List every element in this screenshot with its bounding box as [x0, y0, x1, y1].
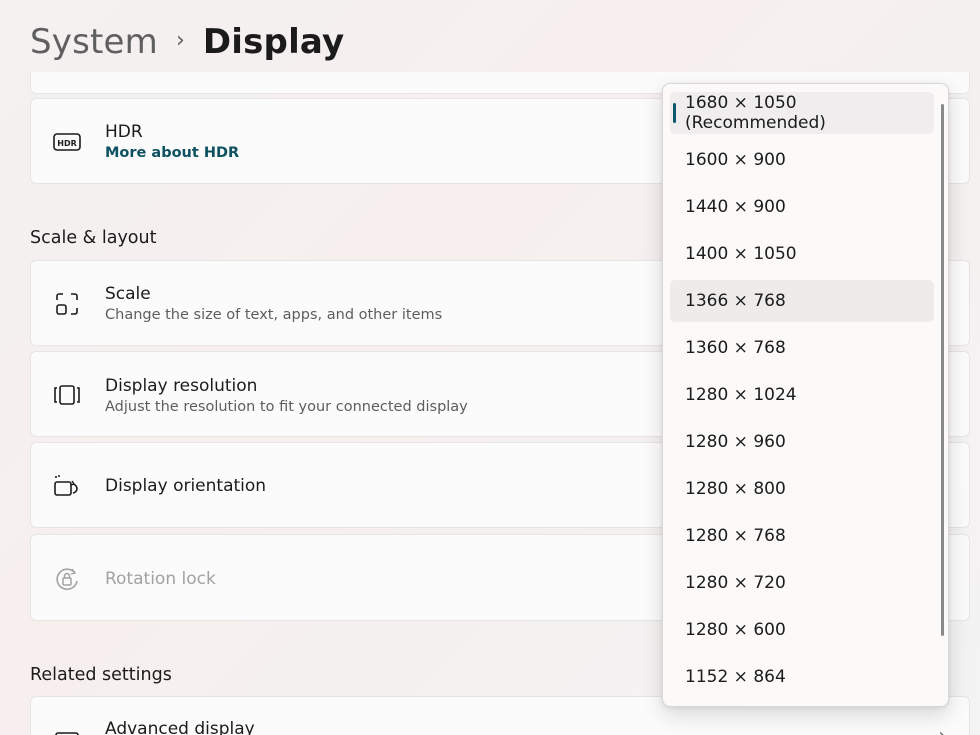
selection-indicator [673, 103, 676, 123]
rotation-lock-icon [51, 563, 83, 595]
display-orientation-icon [51, 470, 83, 502]
resolution-option-label: 1152 × 864 [685, 667, 786, 687]
advanced-display-title: Advanced display [105, 719, 255, 735]
breadcrumb: System › Display [30, 18, 344, 66]
svg-text:HDR: HDR [57, 139, 77, 148]
more-about-hdr-link[interactable]: More about HDR [105, 145, 239, 161]
breadcrumb-parent-system[interactable]: System [30, 22, 158, 62]
resolution-option-label: 1600 × 900 [685, 150, 786, 170]
display-resolution-icon [51, 379, 83, 411]
resolution-option[interactable]: 1440 × 900 [670, 186, 934, 228]
scale-subtitle: Change the size of text, apps, and other… [105, 307, 443, 323]
display-resolution-subtitle: Adjust the resolution to fit your connec… [105, 399, 468, 415]
resolution-option-label: 1366 × 768 [685, 291, 786, 311]
resolution-option[interactable]: 1360 × 768 [670, 327, 934, 369]
resolution-option-label: 1280 × 768 [685, 526, 786, 546]
chevron-right-icon: › [938, 725, 945, 735]
display-resolution-title: Display resolution [105, 376, 258, 396]
resolution-option-label: 1680 × 1050 (Recommended) [685, 93, 826, 133]
display-orientation-title: Display orientation [105, 476, 267, 496]
resolution-option[interactable]: 1280 × 768 [670, 515, 934, 557]
resolution-option[interactable]: 1400 × 1050 [670, 233, 934, 275]
scale-icon [51, 288, 83, 320]
resolution-option-label: 1360 × 768 [685, 338, 786, 358]
resolution-option[interactable]: 1366 × 768 [670, 280, 934, 322]
resolution-option[interactable]: 1280 × 800 [670, 468, 934, 510]
resolution-option-label: 1280 × 1024 [685, 385, 797, 405]
dropdown-scrollbar[interactable] [941, 104, 944, 636]
rotation-lock-title: Rotation lock [105, 569, 216, 589]
monitor-icon [51, 725, 83, 735]
hdr-title: HDR [105, 122, 143, 142]
hdr-icon: HDR [51, 126, 83, 158]
resolution-option[interactable]: 1280 × 600 [670, 609, 934, 651]
resolution-option[interactable]: 1280 × 720 [670, 562, 934, 604]
section-heading-related-settings: Related settings [30, 665, 172, 685]
resolution-option[interactable]: 1680 × 1050 (Recommended) [670, 92, 934, 134]
resolution-option[interactable]: 1152 × 864 [670, 656, 934, 698]
resolution-option-label: 1280 × 800 [685, 479, 786, 499]
resolution-option-label: 1400 × 1050 [685, 244, 797, 264]
page-title: Display [202, 22, 345, 62]
chevron-right-icon: › [176, 27, 185, 53]
resolution-option-label: 1440 × 900 [685, 197, 786, 217]
resolution-option[interactable]: 1600 × 900 [670, 139, 934, 181]
section-heading-scale-layout: Scale & layout [30, 228, 157, 248]
resolution-option[interactable]: 1280 × 1024 [670, 374, 934, 416]
resolution-dropdown-list[interactable]: 1680 × 1050 (Recommended) 1600 × 900 144… [662, 83, 949, 707]
settings-page: System › Display HDR HDR More about HDR … [0, 0, 980, 735]
resolution-option-label: 1280 × 960 [685, 432, 786, 452]
resolution-option-label: 1280 × 720 [685, 573, 786, 593]
scale-title: Scale [105, 284, 151, 304]
resolution-option[interactable]: 1280 × 960 [670, 421, 934, 463]
resolution-option-label: 1280 × 600 [685, 620, 786, 640]
